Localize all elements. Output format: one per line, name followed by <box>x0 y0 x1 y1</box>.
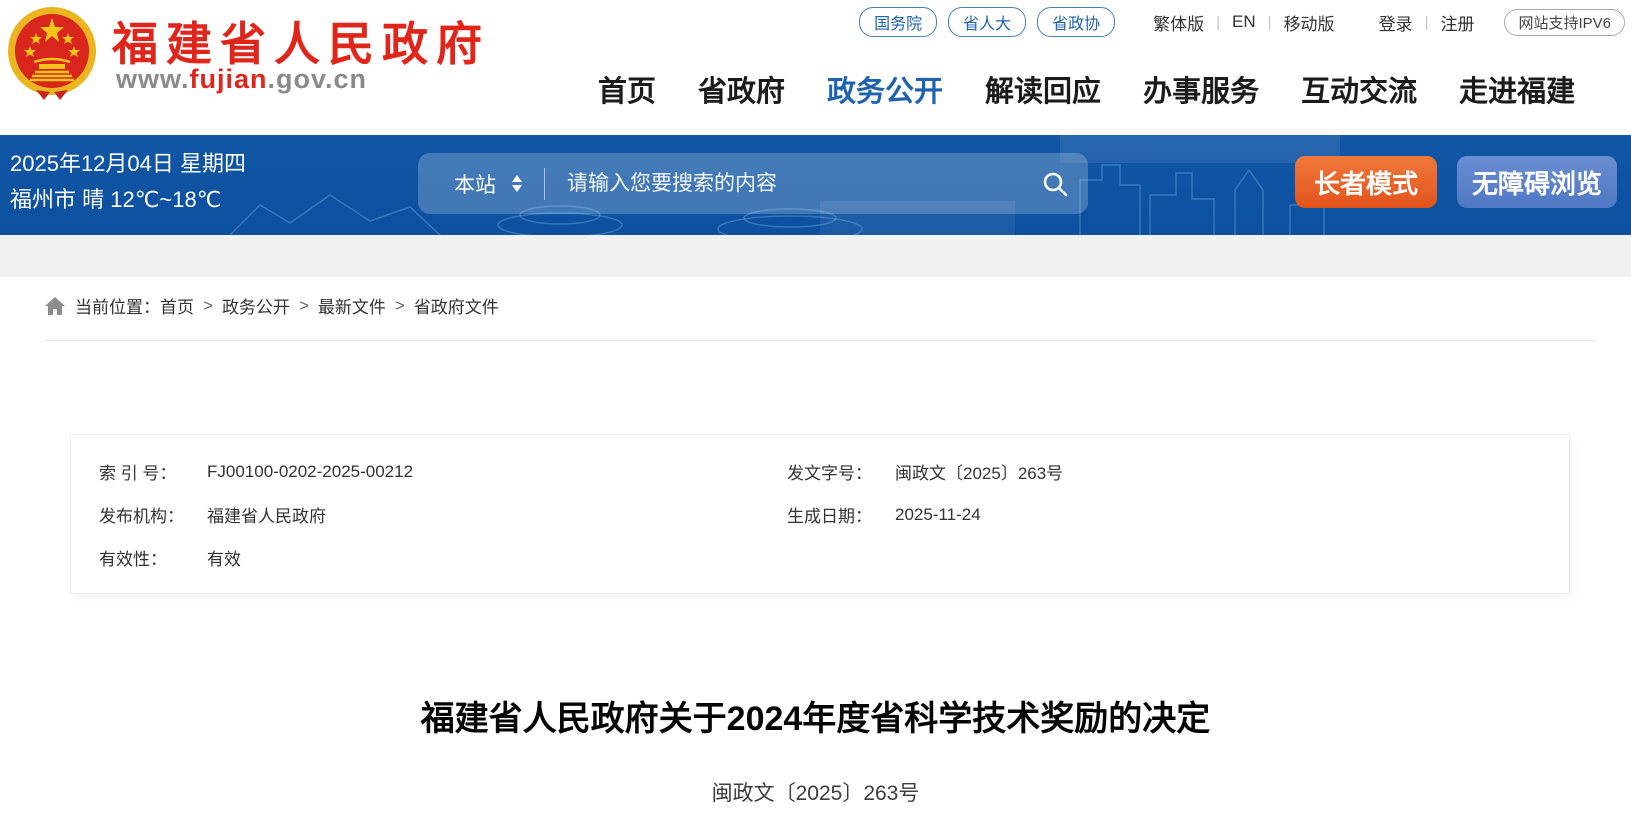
breadcrumb: 当前位置： 首页 > 政务公开 > 最新文件 > 省政府文件 <box>45 293 499 318</box>
breadcrumb-separator: > <box>395 296 405 316</box>
meta-row-validity: 有效性： 有效 <box>99 536 413 579</box>
meta-value: 有效 <box>207 545 241 570</box>
breadcrumb-separator: > <box>299 296 309 316</box>
meta-row-issue-date: 生成日期： 2025-11-24 <box>787 493 1063 536</box>
nav-interaction[interactable]: 互动交流 <box>1301 68 1417 110</box>
url-domain: fujian <box>190 64 268 94</box>
accessibility-button[interactable]: 无障碍浏览 <box>1457 156 1617 208</box>
nav-government-affairs[interactable]: 政务公开 <box>827 68 943 110</box>
breadcrumb-latest-docs[interactable]: 最新文件 <box>318 293 386 318</box>
meta-value: 闽政文〔2025〕263号 <box>895 459 1063 484</box>
lang-mobile[interactable]: 移动版 <box>1284 10 1335 35</box>
header-top-links: 国务院 省人大 省政协 繁体版 | EN | 移动版 登录 | 注册 网站支持I… <box>848 7 1625 37</box>
main-content: 当前位置： 首页 > 政务公开 > 最新文件 > 省政府文件 索 引 号： FJ… <box>0 277 1631 815</box>
meta-label: 有效性： <box>99 545 207 570</box>
lang-english[interactable]: EN <box>1232 12 1256 32</box>
link-provincial-cppcc[interactable]: 省政协 <box>1037 7 1115 37</box>
nav-services[interactable]: 办事服务 <box>1143 68 1259 110</box>
register-link[interactable]: 注册 <box>1440 10 1474 35</box>
meta-label: 发文字号： <box>787 459 895 484</box>
site-header: 福建省人民政府 www.fujian.gov.cn 国务院 省人大 省政协 繁体… <box>0 0 1631 135</box>
nav-home[interactable]: 首页 <box>598 68 656 110</box>
search-banner: 2025年12月04日 星期四 福州市 晴 12℃~18℃ 本站 长者模式 无障… <box>0 135 1631 235</box>
meta-value: FJ00100-0202-2025-00212 <box>207 462 413 482</box>
url-suffix: .gov.cn <box>268 64 368 94</box>
link-provincial-congress[interactable]: 省人大 <box>948 7 1026 37</box>
meta-row-doc-number: 发文字号： 闽政文〔2025〕263号 <box>787 450 1063 493</box>
search-scope-select[interactable]: 本站 <box>454 169 522 199</box>
meta-row-issuing-agency: 发布机构： 福建省人民政府 <box>99 493 413 536</box>
separator: | <box>1268 14 1272 31</box>
elder-mode-button[interactable]: 长者模式 <box>1295 156 1437 208</box>
meta-column-right: 发文字号： 闽政文〔2025〕263号 生成日期： 2025-11-24 <box>787 450 1063 536</box>
language-switcher: 繁体版 | EN | 移动版 <box>1153 10 1334 35</box>
meta-label: 发布机构： <box>99 502 207 527</box>
nav-interpretation[interactable]: 解读回应 <box>985 68 1101 110</box>
nav-about-fujian[interactable]: 走进福建 <box>1459 68 1575 110</box>
document-title: 福建省人民政府关于2024年度省科学技术奖励的决定 <box>0 691 1631 740</box>
breadcrumb-home[interactable]: 首页 <box>160 293 194 318</box>
meta-value: 福建省人民政府 <box>207 502 326 527</box>
meta-label: 索 引 号： <box>99 459 207 484</box>
main-nav: 首页 省政府 政务公开 解读回应 办事服务 互动交流 走进福建 <box>598 68 1575 110</box>
search-input[interactable] <box>567 172 1042 196</box>
search-divider <box>544 168 545 200</box>
date-text: 2025年12月04日 星期四 <box>10 146 246 182</box>
search-scope-value: 本站 <box>454 169 496 199</box>
meta-row-index-number: 索 引 号： FJ00100-0202-2025-00212 <box>99 450 413 493</box>
auth-links: 登录 | 注册 <box>1379 10 1475 35</box>
home-icon[interactable] <box>45 297 65 315</box>
separator: | <box>1425 14 1429 31</box>
link-state-council[interactable]: 国务院 <box>859 7 937 37</box>
breadcrumb-separator: > <box>203 296 213 316</box>
breadcrumb-provincial-docs[interactable]: 省政府文件 <box>414 293 499 318</box>
background-strip <box>0 235 1631 277</box>
ipv6-badge: 网站支持IPV6 <box>1504 9 1625 36</box>
national-emblem-icon <box>6 4 98 100</box>
breadcrumb-divider <box>45 340 1596 341</box>
meta-label: 生成日期： <box>787 502 895 527</box>
breadcrumb-gov-affairs[interactable]: 政务公开 <box>222 293 290 318</box>
nav-provincial-government[interactable]: 省政府 <box>698 68 785 110</box>
weather-text: 福州市 晴 12℃~18℃ <box>10 182 246 218</box>
login-link[interactable]: 登录 <box>1379 10 1413 35</box>
document-meta-box: 索 引 号： FJ00100-0202-2025-00212 发布机构： 福建省… <box>70 434 1570 594</box>
search-icon[interactable] <box>1042 171 1068 197</box>
breadcrumb-prefix: 当前位置： <box>75 293 160 318</box>
site-url: www.fujian.gov.cn <box>116 64 367 95</box>
site-logo[interactable] <box>6 4 98 100</box>
up-down-arrows-icon <box>512 175 522 192</box>
date-weather: 2025年12月04日 星期四 福州市 晴 12℃~18℃ <box>10 146 246 218</box>
url-www: www. <box>116 64 190 94</box>
search-box: 本站 <box>418 153 1088 214</box>
document-number: 闽政文〔2025〕263号 <box>0 777 1631 807</box>
meta-value: 2025-11-24 <box>895 505 981 525</box>
lang-traditional[interactable]: 繁体版 <box>1153 10 1204 35</box>
meta-column-left: 索 引 号： FJ00100-0202-2025-00212 发布机构： 福建省… <box>99 450 413 579</box>
separator: | <box>1216 14 1220 31</box>
